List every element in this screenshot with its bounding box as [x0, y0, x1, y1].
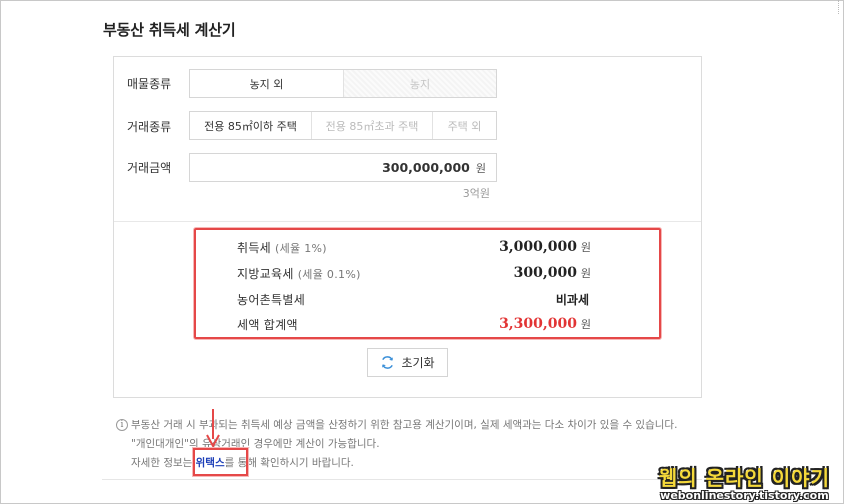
transaction-type-option-non-house[interactable]: 주택 외 [432, 112, 496, 139]
bottom-divider [102, 479, 702, 480]
amount-value: 300,000,000 [382, 160, 470, 175]
amount-label: 거래금액 [127, 161, 172, 175]
page-title: 부동산 취득세 계산기 [103, 21, 236, 39]
amount-unit: 원 [475, 161, 486, 175]
annotation-highlight-box [193, 448, 248, 476]
result-row-acquisition-tax: 취득세 (세율 1%) 3,000,000 원 [196, 237, 659, 257]
info-icon: i [116, 419, 128, 431]
total-unit: 원 [580, 318, 591, 331]
acquisition-tax-label: 취득세 (세율 1%) [237, 240, 327, 255]
calculator-panel: 매물종류 농지 외 농지 거래종류 전용 85㎡이하 주택 전용 85㎡초과 주… [113, 56, 702, 398]
transaction-type-option-small-house[interactable]: 전용 85㎡이하 주택 [190, 112, 311, 139]
panel-divider [114, 221, 701, 222]
watermark: 웹의 온라인 이야기 webonlinestory.tistory.com [659, 462, 830, 502]
watermark-title: 웹의 온라인 이야기 [658, 466, 830, 490]
rural-tax-label: 농어촌특별세 [237, 292, 306, 307]
watermark-url: webonlinestory.tistory.com [660, 489, 829, 502]
reset-button[interactable]: 초기화 [367, 348, 448, 377]
result-row-total: 세액 합계액 3,300,000 원 [196, 314, 659, 334]
notice-line-2: "개인대개인"의 유상거래인 경우에만 계산이 가능합니다. [131, 438, 380, 450]
total-label: 세액 합계액 [237, 317, 298, 332]
rural-tax-value: 비과세 [555, 292, 589, 307]
acquisition-tax-value: 3,000,000 [499, 239, 577, 255]
result-row-rural-tax: 농어촌특별세 비과세 [196, 289, 659, 309]
amount-input[interactable]: 300,000,000 원 [189, 153, 497, 182]
property-type-option-farm[interactable]: 농지 [343, 70, 496, 97]
result-row-education-tax: 지방교육세 (세율 0.1%) 300,000 원 [196, 263, 659, 283]
education-tax-value: 300,000 [513, 265, 577, 281]
transaction-type-label: 거래종류 [127, 120, 172, 134]
annotation-arrow-icon [206, 409, 220, 447]
education-tax-rate: (세율 0.1%) [297, 267, 361, 281]
property-type-label: 매물종류 [127, 77, 172, 91]
property-type-option-nonfarm[interactable]: 농지 외 [190, 70, 343, 97]
property-type-selector: 농지 외 농지 [189, 69, 497, 98]
refresh-icon [380, 355, 395, 370]
acquisition-tax-rate: (세율 1%) [275, 241, 327, 255]
education-tax-label: 지방교육세 (세율 0.1%) [237, 266, 361, 281]
total-value: 3,300,000 [499, 316, 577, 332]
results-box: 취득세 (세율 1%) 3,000,000 원 지방교육세 (세율 0.1%) 30… [194, 228, 661, 339]
transaction-type-option-large-house[interactable]: 전용 85㎡초과 주택 [311, 112, 432, 139]
amount-korean-hint: 3억원 [462, 187, 490, 200]
scrollbar-edge [838, 0, 842, 14]
education-tax-unit: 원 [580, 267, 591, 280]
reset-button-label: 초기화 [401, 356, 435, 370]
transaction-type-selector: 전용 85㎡이하 주택 전용 85㎡초과 주택 주택 외 [189, 111, 497, 140]
acquisition-tax-unit: 원 [580, 241, 591, 254]
